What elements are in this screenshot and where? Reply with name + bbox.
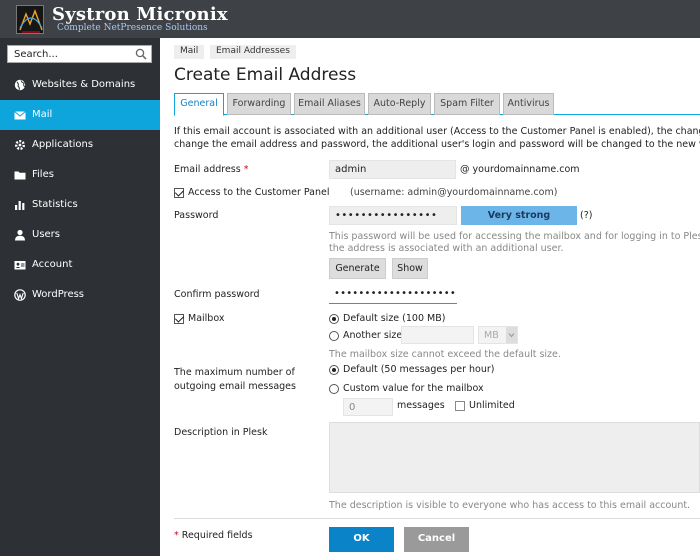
breadcrumb-item-mail[interactable]: Mail: [174, 45, 205, 59]
info-line-1: If this email account is associated with…: [174, 126, 700, 137]
confirm-password-label: Confirm password: [174, 289, 260, 300]
bar-chart-icon: [15, 201, 25, 210]
default-size-label: Default size (100 MB): [343, 313, 446, 324]
search-icon[interactable]: [135, 48, 147, 60]
size-unit-select[interactable]: MB: [478, 326, 518, 344]
sidebar-item-label: Statistics: [32, 199, 78, 210]
ok-button[interactable]: OK: [329, 527, 394, 552]
generate-password-button[interactable]: Generate: [329, 258, 386, 279]
description-label: Description in Plesk: [174, 427, 268, 438]
tab-email-aliases[interactable]: Email Aliases: [294, 93, 365, 115]
domain-suffix: @ yourdomainname.com: [460, 164, 580, 175]
outgoing-default-label: Default (50 messages per hour): [343, 364, 495, 375]
username-note: (username: admin@yourdomainname.com): [350, 187, 558, 198]
sidebar-item-label: Applications: [32, 139, 94, 150]
id-card-icon: [14, 261, 26, 270]
messages-label: messages: [397, 400, 445, 411]
tab-auto-reply[interactable]: Auto-Reply: [368, 93, 431, 115]
outgoing-custom-radio[interactable]: [329, 384, 339, 394]
sidebar-item-files[interactable]: Files: [0, 160, 160, 190]
tab-forwarding[interactable]: Forwarding: [227, 93, 291, 115]
customer-panel-access-checkbox[interactable]: [174, 188, 184, 198]
wordpress-icon: [14, 289, 26, 301]
outgoing-limit-label: The maximum number of outgoing email mes…: [174, 367, 296, 392]
sidebar: Search... Websites & Domains Mail Applic…: [0, 38, 160, 556]
password-input[interactable]: ••••••••••••••••: [329, 206, 457, 225]
another-size-label: Another size: [343, 330, 403, 341]
sidebar-item-users[interactable]: Users: [0, 220, 160, 250]
brand-tagline: Complete NetPresence Solutions: [57, 23, 208, 33]
unlimited-label: Unlimited: [469, 400, 515, 411]
tab-antivirus[interactable]: Antivirus: [503, 93, 554, 115]
sidebar-item-label: Users: [32, 229, 61, 240]
mailbox-hint: The mailbox size cannot exceed the defau…: [329, 349, 561, 360]
sidebar-item-label: Files: [32, 169, 54, 180]
size-unit-value: MB: [484, 330, 499, 341]
info-line-2: change the email address and password, t…: [174, 139, 700, 150]
sidebar-item-mail[interactable]: Mail: [0, 100, 160, 130]
password-hint-line-2: the address is associated with an additi…: [329, 243, 564, 254]
password-label: Password: [174, 210, 219, 221]
email-address-input[interactable]: admin: [329, 160, 456, 179]
sidebar-item-label: WordPress: [32, 289, 85, 300]
default-size-radio[interactable]: [329, 314, 339, 324]
sidebar-item-statistics[interactable]: Statistics: [0, 190, 160, 220]
envelope-icon: [14, 111, 26, 120]
main-content: Mail Email Addresses Create Email Addres…: [160, 38, 700, 556]
mailbox-checkbox[interactable]: [174, 314, 184, 324]
sidebar-item-wordpress[interactable]: WordPress: [0, 280, 160, 310]
email-address-label: Email address *: [174, 164, 249, 175]
show-password-button[interactable]: Show: [392, 258, 428, 279]
required-fields-note: * Required fields: [174, 530, 253, 541]
description-hint: The description is visible to everyone w…: [329, 500, 691, 511]
description-textarea[interactable]: [329, 422, 700, 493]
mailbox-label: Mailbox: [188, 313, 225, 324]
sidebar-item-label: Mail: [32, 109, 53, 120]
sidebar-item-label: Account: [32, 259, 73, 270]
outgoing-custom-label: Custom value for the mailbox: [343, 383, 484, 394]
sidebar-item-label: Websites & Domains: [32, 79, 136, 90]
logo: [16, 5, 44, 34]
tab-general[interactable]: General: [174, 93, 224, 116]
password-strength-meter: Very strong: [461, 206, 577, 225]
sidebar-item-account[interactable]: Account: [0, 250, 160, 280]
folder-icon: [14, 171, 26, 180]
page-title: Create Email Address: [174, 65, 357, 85]
another-size-radio[interactable]: [329, 331, 339, 341]
search-input[interactable]: Search...: [7, 45, 152, 63]
unlimited-checkbox[interactable]: [455, 401, 465, 411]
top-header: Systron Micronix Complete NetPresence So…: [0, 0, 700, 38]
outgoing-default-radio[interactable]: [329, 365, 339, 375]
tab-spam-filter[interactable]: Spam Filter: [434, 93, 500, 115]
info-text: If this email account is associated with…: [174, 125, 700, 151]
sidebar-item-websites-domains[interactable]: Websites & Domains: [0, 70, 160, 100]
cancel-button[interactable]: Cancel: [404, 527, 469, 552]
required-mark: *: [243, 164, 249, 175]
customer-panel-access-label: Access to the Customer Panel: [188, 187, 330, 198]
gear-icon: [15, 140, 25, 150]
globe-icon: [14, 79, 26, 91]
search-placeholder: Search...: [14, 49, 58, 60]
password-strength-help[interactable]: (?): [580, 210, 592, 221]
another-size-input[interactable]: [401, 326, 474, 344]
chevron-down-icon: [506, 327, 517, 343]
breadcrumb-item-email-addresses[interactable]: Email Addresses: [210, 45, 296, 59]
tab-bar: General Forwarding Email Aliases Auto-Re…: [174, 93, 700, 116]
divider: [174, 518, 700, 519]
outgoing-custom-input[interactable]: 0: [343, 398, 393, 416]
user-icon: [15, 229, 25, 241]
brand-name: Systron Micronix: [52, 4, 228, 25]
sidebar-item-applications[interactable]: Applications: [0, 130, 160, 160]
confirm-password-input[interactable]: ••••••••••••••••••••••: [329, 285, 457, 304]
